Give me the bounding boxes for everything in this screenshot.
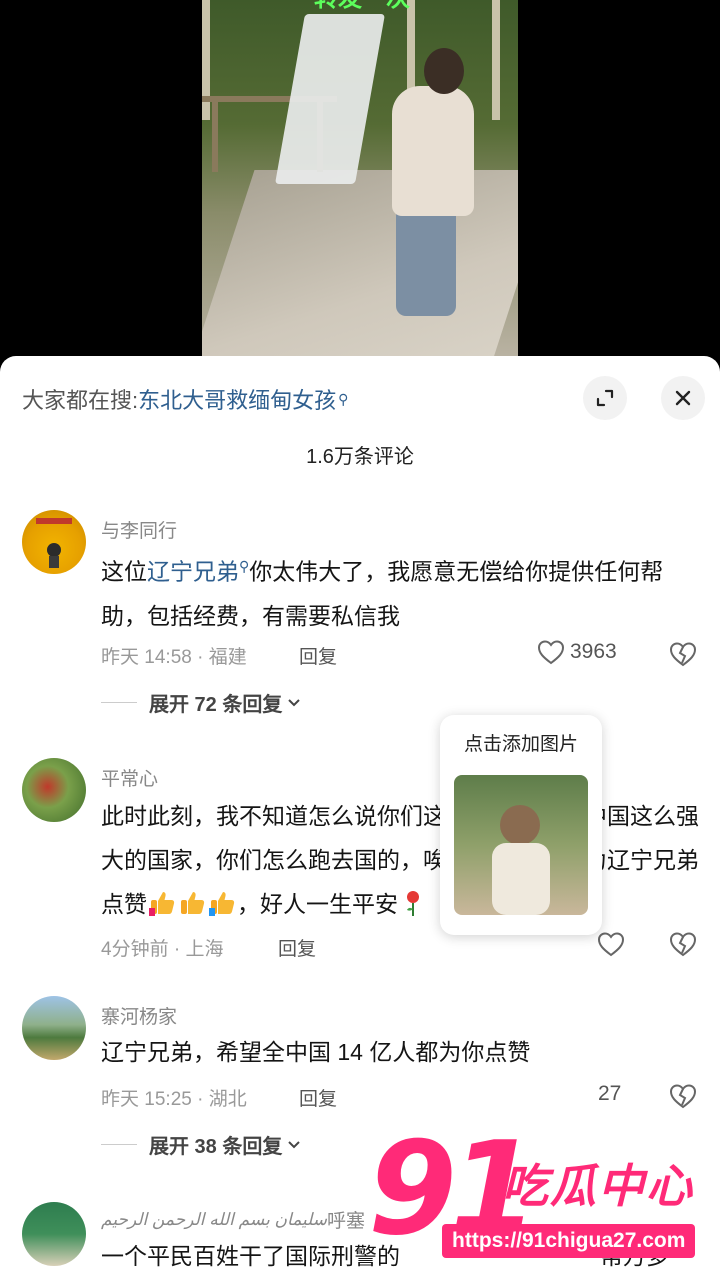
video-person-body [392,86,474,216]
like-button[interactable]: 3963 [536,638,617,666]
like-count[interactable]: 27 [598,1082,621,1106]
dislike-button[interactable] [668,640,698,673]
thumbs-up-icon [149,891,175,916]
dislike-button[interactable] [668,930,698,963]
comment-time-location: 昨天 15:25 · 湖北 [101,1089,247,1110]
avatar[interactable] [22,1202,86,1266]
search-icon: ⚲ [338,390,349,407]
broken-heart-icon [669,1084,697,1109]
video-tree [492,0,500,120]
video-frame[interactable]: 转发一次 [202,0,518,356]
chevron-down-icon [288,1140,301,1148]
search-icon: ⚲ [239,558,250,574]
comment-time-location: 4分钟前 · 上海 [101,939,224,960]
like-button[interactable] [596,930,626,958]
video-caption: 转发一次 [302,0,422,14]
reply-button[interactable]: 回复 [299,642,337,669]
comment-text: 此时此刻，我不知道怎么说你们这些女孩，我们中国这么强大的国家，你们怎么跑去国的，… [101,794,701,926]
search-suggestion[interactable]: 大家都在搜: 东北大哥救缅甸女孩 ⚲ [22,378,348,420]
video-player[interactable]: 转发一次 [0,0,720,360]
thumbnail-image [492,805,550,915]
expand-icon [596,389,614,407]
comment-username[interactable]: 寨河杨家 [101,1002,177,1029]
avatar[interactable] [22,758,86,822]
comment-count-title: 1.6万条评论 [306,446,414,468]
broken-heart-icon [669,642,697,667]
comment-text-part: ，好人一生平安 [237,891,398,917]
username-text: 呼塞 [327,1211,366,1232]
video-cloth [275,14,385,184]
expand-replies-button[interactable]: 展开 72 条回复 [101,688,302,717]
comment-username[interactable]: 与李同行 [101,516,177,543]
chevron-down-icon [288,698,301,706]
search-term-link[interactable]: 东北大哥救缅甸女孩 [138,383,336,415]
comment-time-location: 昨天 14:58 · 福建 [101,647,247,668]
comment-username[interactable]: 平常心 [101,764,158,791]
reply-button[interactable]: 回复 [278,934,316,961]
expand-button[interactable] [583,376,627,420]
avatar-image [36,518,72,568]
avatar[interactable] [22,996,86,1060]
heart-icon [597,932,625,957]
thumbs-up-icon [181,891,205,914]
close-icon [675,390,691,406]
divider [101,702,137,703]
comment-text: 这位辽宁兄弟⚲你太伟大了，我愿意无偿给你提供任何帮助，包括经费，有需要私信我 [101,544,701,638]
comment-keyword-link[interactable]: 辽宁兄弟 [147,559,239,585]
search-prefix: 大家都在搜: [22,388,139,413]
rose-icon [407,890,419,916]
watermark-url: https://91chigua27.com [442,1224,696,1258]
like-count: 3963 [570,640,617,663]
reply-button[interactable]: 回复 [299,1084,337,1111]
expand-replies-button[interactable]: 展开 38 条回复 [101,1130,302,1159]
dislike-button[interactable] [668,1082,698,1115]
comment-text-part: 这位 [101,558,147,585]
heart-icon [537,640,565,665]
watermark: 91 吃瓜中心 https://91chigua27.com [368,1120,720,1280]
close-button[interactable] [661,376,705,420]
add-image-label: 点击添加图片 [463,734,578,755]
watermark-name: 吃瓜中心 [502,1160,694,1212]
image-thumbnail[interactable] [454,775,588,915]
thumbs-up-icon [209,891,235,916]
expand-replies-label: 展开 72 条回复 [149,694,283,716]
comment-text: 辽宁兄弟，希望全中国 14 亿人都为你点赞 [101,1039,531,1065]
comment-username[interactable]: سليمان بسم الله الرحمن الرحيم 呼塞 [101,1206,365,1233]
avatar[interactable] [22,510,86,574]
broken-heart-icon [669,932,697,957]
video-person-legs [396,206,456,316]
username-arabic: سليمان بسم الله الرحمن الرحيم [101,1209,328,1229]
add-image-popup[interactable]: 点击添加图片 [440,715,602,935]
video-person-head [424,48,464,94]
expand-replies-label: 展开 38 条回复 [149,1136,283,1158]
divider [101,1144,137,1145]
